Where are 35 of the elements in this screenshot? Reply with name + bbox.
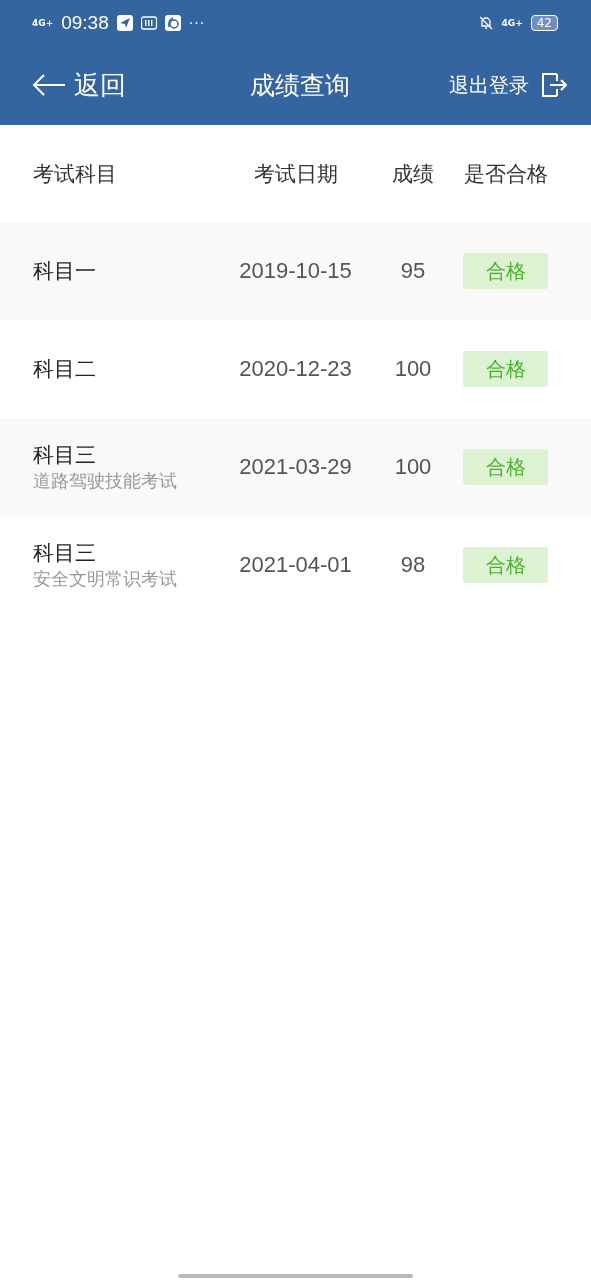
back-arrow-icon [32,73,66,97]
column-header: 考试科目 [33,160,118,188]
subject-name: 科目三 [33,442,97,469]
result-badge: 合格 [463,351,548,387]
page-title: 成绩查询 [249,69,350,102]
exam-score: 100 [393,356,433,382]
exam-score: 98 [399,552,427,578]
result-badge: 合格 [463,253,548,289]
column-header: 考试日期 [252,160,339,188]
tv-app-icon [140,14,157,31]
paper-plane-icon [116,14,133,31]
exam-score: 95 [399,258,427,284]
exam-date: 2021-04-01 [238,552,353,578]
more-notifications: ··· [188,14,206,31]
logout-button[interactable]: 退出登录 [397,71,567,99]
status-time: 09:38 [61,11,109,34]
subject-detail: 安全文明常识考试 [33,567,178,591]
exam-date: 2021-03-29 [238,454,353,480]
exit-icon [541,72,567,98]
result-badge: 合格 [463,547,548,583]
column-header: 成绩 [391,160,435,188]
subject-name: 科目二 [33,356,97,383]
column-header: 是否合格 [462,160,549,188]
back-button[interactable]: 返回 [32,67,202,103]
bell-muted-icon [477,14,494,31]
exam-date: 2019-10-15 [238,258,353,284]
exam-date: 2020-12-23 [238,356,353,382]
network-label: 4G+ [501,17,523,28]
subject-name: 科目一 [33,258,97,285]
exam-score: 100 [393,454,433,480]
subject-name: 科目三 [33,540,97,567]
subject-detail: 道路驾驶技能考试 [33,469,178,493]
result-badge: 合格 [463,449,548,485]
network-label: 4G+ [32,17,54,28]
battery-indicator: 42 [530,14,558,31]
